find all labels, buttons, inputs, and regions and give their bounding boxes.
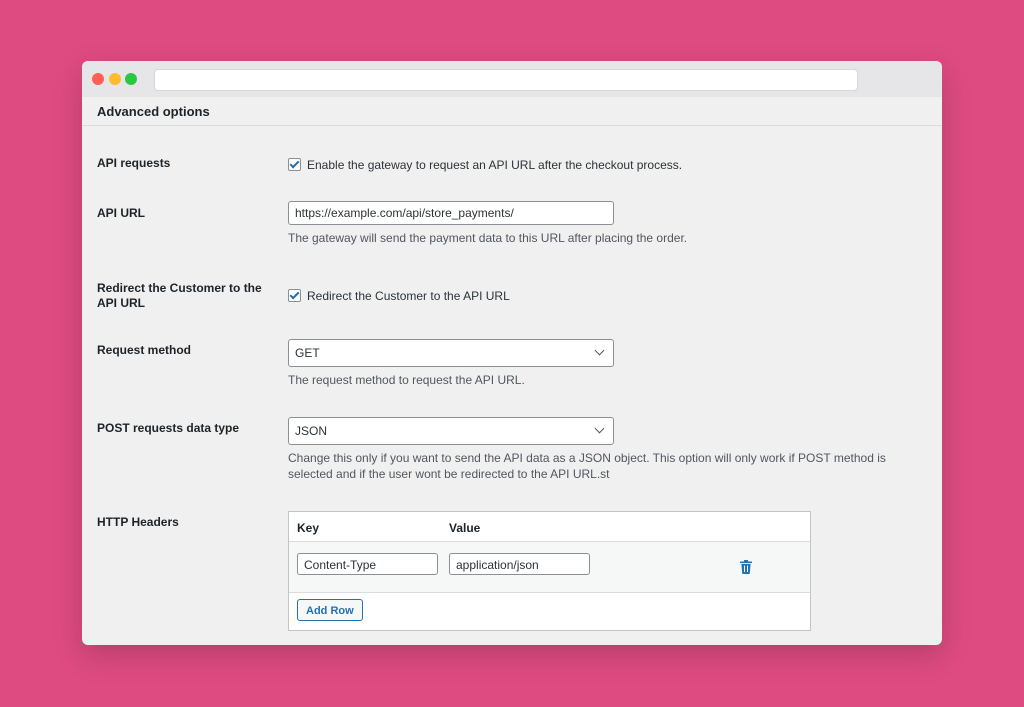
header-value-input[interactable]: application/json — [449, 553, 590, 575]
minimize-window-button[interactable] — [109, 73, 121, 85]
header-key-input[interactable]: Content-Type — [297, 553, 438, 575]
close-window-button[interactable] — [92, 73, 104, 85]
redirect-checkbox-label[interactable]: Redirect the Customer to the API URL — [307, 289, 510, 303]
checkmark-icon — [289, 158, 300, 169]
request-method-select[interactable]: GET — [288, 339, 614, 367]
request-method-field: GET The request method to request the AP… — [288, 339, 614, 388]
api-url-input[interactable]: https://example.com/api/store_payments/ — [288, 201, 614, 225]
table-row: Content-Type application/json — [289, 541, 810, 593]
request-method-label: Request method — [97, 343, 192, 357]
checkmark-icon — [289, 289, 300, 300]
api-url-label: API URL — [97, 206, 145, 220]
post-data-type-value: JSON — [295, 424, 328, 438]
maximize-window-button[interactable] — [125, 73, 137, 85]
api-requests-checkbox[interactable] — [288, 158, 301, 172]
column-header-key: Key — [297, 521, 320, 535]
post-data-type-label: POST requests data type — [97, 421, 240, 435]
redirect-field: Redirect the Customer to the API URL — [288, 287, 510, 305]
redirect-label: Redirect the Customer to the API URL — [97, 281, 262, 310]
section-title: Advanced options — [97, 104, 210, 119]
column-header-value: Value — [449, 521, 481, 535]
api-url-description: The gateway will send the payment data t… — [288, 231, 688, 245]
add-row-button[interactable]: Add Row — [297, 599, 363, 621]
address-bar[interactable] — [154, 69, 858, 91]
api-url-field: https://example.com/api/store_payments/ … — [288, 201, 687, 246]
chevron-down-icon — [594, 423, 605, 434]
trash-icon[interactable] — [740, 560, 752, 574]
chevron-down-icon — [594, 345, 605, 356]
api-requests-checkbox-label[interactable]: Enable the gateway to request an API URL… — [307, 158, 682, 172]
http-headers-table: Key Value Content-Type application/json … — [288, 511, 811, 631]
request-method-value: GET — [295, 346, 320, 360]
api-requests-label: API requests — [97, 156, 171, 170]
browser-window: Advanced options API requests Enable the… — [82, 61, 942, 645]
api-requests-field: Enable the gateway to request an API URL… — [288, 156, 682, 174]
post-data-type-field: JSON Change this only if you want to sen… — [288, 417, 928, 482]
title-bar — [82, 61, 942, 97]
post-data-type-select[interactable]: JSON — [288, 417, 614, 445]
post-data-type-description: Change this only if you want to send the… — [288, 451, 886, 481]
request-method-description: The request method to request the API UR… — [288, 373, 525, 387]
redirect-checkbox[interactable] — [288, 289, 301, 303]
http-headers-label: HTTP Headers — [97, 515, 179, 529]
section-header: Advanced options — [82, 97, 942, 126]
